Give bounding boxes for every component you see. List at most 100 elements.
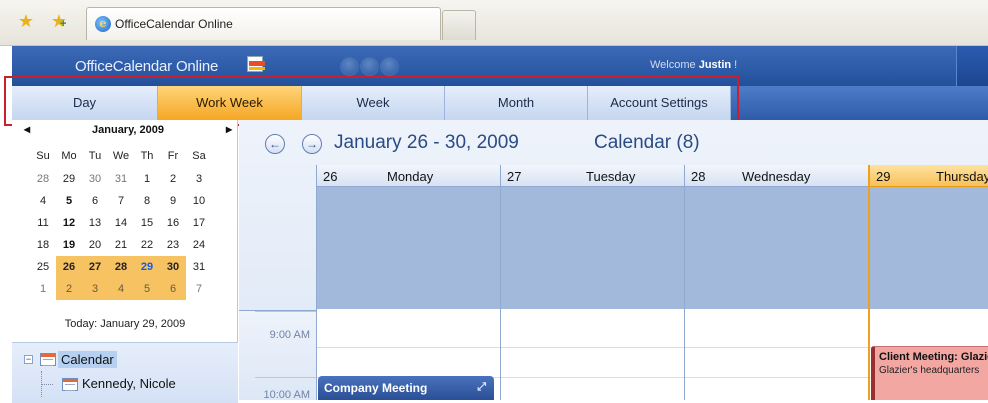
calendar-folder-icon	[40, 353, 56, 366]
collapse-minus-icon[interactable]: −	[24, 355, 33, 364]
today-label[interactable]: Today: January 29, 2009	[12, 318, 238, 330]
calendar-day[interactable]: 15	[134, 212, 160, 234]
calendar-day[interactable]: 29	[56, 168, 82, 190]
header-right-strip	[956, 46, 988, 86]
calendar-day[interactable]: 9	[160, 190, 186, 212]
calendar-day[interactable]: 13	[82, 212, 108, 234]
weekday-label: Su	[36, 150, 50, 162]
calendar-day[interactable]: 14	[108, 212, 134, 234]
calendar-week-row: 11 12 13 14 15 16 17	[30, 212, 230, 234]
all-day-area[interactable]	[685, 187, 868, 309]
calendar-day-selected[interactable]: 26	[56, 256, 82, 278]
calendar-day[interactable]: 18	[30, 234, 56, 256]
prev-week-arrow-icon[interactable]: ←	[265, 134, 285, 154]
calendar-day[interactable]: 30	[82, 168, 108, 190]
time-column: 9:00 AM 10:00 AM	[239, 310, 316, 401]
tree-connector	[41, 384, 53, 385]
event-title: Company Meeting	[324, 381, 428, 395]
calendar-day[interactable]: 22	[134, 234, 160, 256]
day-header[interactable]: 28 Wednesday	[685, 165, 868, 187]
calendar-day[interactable]: 10	[186, 190, 212, 212]
calendar-day[interactable]: 5	[56, 190, 82, 212]
annotation-highlight-box	[4, 76, 739, 126]
calendar-day[interactable]: 6	[160, 278, 186, 300]
calendar-day[interactable]: 4	[108, 278, 134, 300]
favorites-star-icon[interactable]: ★	[16, 11, 36, 31]
event-title: Client Meeting: Glazier	[879, 351, 988, 363]
weekday-label: Mo	[61, 150, 77, 162]
calendar-day[interactable]: 21	[108, 234, 134, 256]
calendar-day[interactable]: 23	[160, 234, 186, 256]
sidebar: ◂ January, 2009 ▸ Su Mo Tu We Th Fr Sa 2…	[12, 120, 238, 403]
calendar-day[interactable]: 31	[108, 168, 134, 190]
day-column-tuesday: 27 Tuesday	[500, 165, 684, 400]
calendar-week-row: 18 19 20 21 22 23 24	[30, 234, 230, 256]
tree-item-kennedy-nicole[interactable]: Kennedy, Nicole	[82, 376, 176, 391]
calendar-day[interactable]: 31	[186, 256, 212, 278]
calendar-day-selected[interactable]: 28	[108, 256, 134, 278]
calendar-week-row: 4 5 6 7 8 9 10	[30, 190, 230, 212]
new-tab-button[interactable]	[442, 10, 476, 40]
day-header[interactable]: 29 Thursday	[870, 165, 988, 187]
mini-calendar-header: ◂ January, 2009 ▸	[24, 122, 232, 138]
calendar-day[interactable]: 19	[56, 234, 82, 256]
day-number: 28	[691, 169, 706, 184]
calendar-day[interactable]: 5	[134, 278, 160, 300]
weekday-label: Fr	[167, 150, 179, 162]
browser-toolbar: ★ ★ + e OfficeCalendar Online	[0, 0, 988, 46]
day-number: 27	[507, 169, 522, 184]
calendar-day[interactable]: 3	[186, 168, 212, 190]
date-range-title: January 26 - 30, 2009	[334, 132, 519, 153]
welcome-prefix: Welcome	[650, 59, 696, 71]
tree-item-calendar[interactable]: Calendar	[58, 351, 117, 368]
calendar-day[interactable]: 11	[30, 212, 56, 234]
weekday-label: We	[112, 150, 130, 162]
calendar-day[interactable]: 6	[82, 190, 108, 212]
calendar-day[interactable]: 4	[30, 190, 56, 212]
next-month-arrow-icon[interactable]: ▸	[226, 122, 232, 136]
calendar-day[interactable]: 3	[82, 278, 108, 300]
calendar-day[interactable]: 2	[160, 168, 186, 190]
browser-tab-title: OfficeCalendar Online	[115, 17, 233, 31]
next-week-arrow-icon[interactable]: →	[302, 134, 322, 154]
browser-tab-active[interactable]: e OfficeCalendar Online	[86, 7, 441, 40]
calendar-day[interactable]: 1	[134, 168, 160, 190]
calendar-day-selected[interactable]: 30	[160, 256, 186, 278]
calendar-day[interactable]: 17	[186, 212, 212, 234]
event-company-meeting[interactable]: Company Meeting ⤢	[318, 376, 494, 400]
calendar-day-selected[interactable]: 27	[82, 256, 108, 278]
all-day-area[interactable]	[317, 187, 500, 309]
all-day-area[interactable]	[501, 187, 684, 309]
add-favorite-icon[interactable]: ★ +	[49, 11, 69, 31]
calendar-logo-icon	[245, 54, 267, 76]
calendar-day[interactable]: 24	[186, 234, 212, 256]
calendar-day[interactable]: 2	[56, 278, 82, 300]
day-name: Wednesday	[742, 169, 811, 184]
event-client-meeting[interactable]: Client Meeting: Glazier Glazier's headqu…	[871, 346, 988, 400]
hour-slots[interactable]	[685, 309, 868, 400]
calendar-day[interactable]: 1	[30, 278, 56, 300]
day-column-wednesday: 28 Wednesday	[684, 165, 868, 400]
all-day-area[interactable]	[870, 187, 988, 309]
expand-arrows-icon[interactable]: ⤢	[477, 381, 486, 394]
day-header[interactable]: 27 Tuesday	[501, 165, 684, 187]
calendar-day[interactable]: 16	[160, 212, 186, 234]
calendar-day[interactable]: 28	[30, 168, 56, 190]
hour-slots[interactable]	[501, 309, 684, 400]
calendar-day-today[interactable]: 29	[134, 256, 160, 278]
calendar-day[interactable]: 7	[108, 190, 134, 212]
day-name: Tuesday	[586, 169, 636, 184]
time-label: 10:00 AM	[263, 389, 310, 401]
day-number: 29	[876, 169, 891, 184]
calendar-day[interactable]: 25	[30, 256, 56, 278]
day-number: 26	[323, 169, 338, 184]
day-header[interactable]: 26 Monday	[317, 165, 500, 187]
brand-logo-text: OfficeCalendar Online	[75, 58, 219, 75]
time-label: 9:00 AM	[269, 329, 310, 341]
calendar-week-row: 28 29 30 31 1 2 3	[30, 168, 230, 190]
calendar-day[interactable]: 20	[82, 234, 108, 256]
calendar-day[interactable]: 12	[56, 212, 82, 234]
calendar-day[interactable]: 8	[134, 190, 160, 212]
prev-month-arrow-icon[interactable]: ◂	[24, 122, 30, 136]
calendar-day[interactable]: 7	[186, 278, 212, 300]
